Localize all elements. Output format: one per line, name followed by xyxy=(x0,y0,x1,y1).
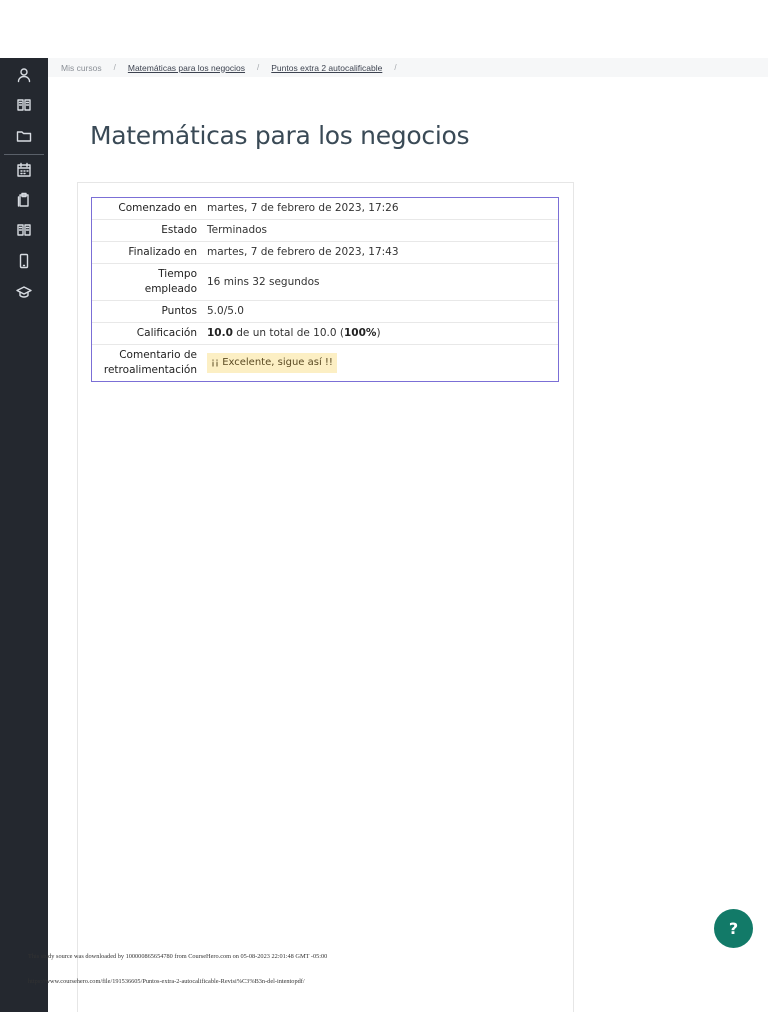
grade-label: Calificación xyxy=(92,322,204,345)
grade-end-text: ) xyxy=(376,327,381,339)
page-title: Matemáticas para los negocios xyxy=(90,121,470,150)
summary-row-grade: Calificación 10.0 de un total de 10.0 (1… xyxy=(92,322,558,345)
state-value: Terminados xyxy=(204,219,558,242)
state-label: Estado xyxy=(92,219,204,242)
feedback-label-line2: retroalimentación xyxy=(103,364,197,376)
feedback-label: Comentario de retroalimentación xyxy=(92,344,204,381)
feedback-value: ¡¡ Excelente, sigue así !! xyxy=(207,353,337,373)
points-value: 5.0/5.0 xyxy=(204,300,558,323)
footer-source-url[interactable]: https://www.coursehero.com/file/19153660… xyxy=(28,978,305,985)
breadcrumb-item-course[interactable]: Matemáticas para los negocios xyxy=(128,63,245,73)
summary-row-points: Puntos 5.0/5.0 xyxy=(92,300,558,323)
time-value: 16 mins 32 segundos xyxy=(204,263,558,301)
time-label-line1: Tiempo xyxy=(158,268,197,280)
quiz-summary-table: Comenzado en martes, 7 de febrero de 202… xyxy=(91,197,559,382)
user-icon[interactable] xyxy=(15,66,33,84)
started-label: Comenzado en xyxy=(118,202,197,214)
footer-download-notice: This study source was downloaded by 1000… xyxy=(28,953,328,960)
breadcrumb-item-quiz[interactable]: Puntos extra 2 autocalificable xyxy=(271,63,382,73)
time-label: Tiempo empleado xyxy=(92,263,204,301)
summary-row-started: Comenzado en martes, 7 de febrero de 202… xyxy=(92,198,558,220)
grade-mid-text: de un total de 10.0 ( xyxy=(232,327,344,339)
book-open-icon[interactable] xyxy=(15,221,33,239)
finished-value: martes, 7 de febrero de 2023, 17:43 xyxy=(204,241,558,264)
sidebar-divider xyxy=(4,154,44,155)
breadcrumb-separator: / xyxy=(257,63,260,72)
grade-value: 10.0 de un total de 10.0 (100%) xyxy=(204,322,558,345)
time-label-line2: empleado xyxy=(144,283,197,295)
feedback-cell: ¡¡ Excelente, sigue así !! xyxy=(204,344,558,381)
breadcrumb-separator: / xyxy=(394,63,397,72)
grade-percent: 100% xyxy=(344,327,377,339)
clipboard-icon[interactable] xyxy=(15,191,33,209)
grade-score: 10.0 xyxy=(207,327,233,339)
sidebar xyxy=(0,58,48,1012)
calendar-icon[interactable] xyxy=(15,161,33,179)
folder-icon[interactable] xyxy=(15,127,33,145)
help-button[interactable]: ? xyxy=(714,909,753,948)
summary-row-state: Estado Terminados xyxy=(92,219,558,242)
breadcrumb-item-mis-cursos[interactable]: Mis cursos xyxy=(61,63,102,73)
started-value: martes, 7 de febrero de 2023, 17:26 xyxy=(207,202,399,214)
mobile-icon[interactable] xyxy=(15,252,33,270)
breadcrumb-separator: / xyxy=(113,63,116,72)
book-icon[interactable] xyxy=(15,96,33,114)
points-label: Puntos xyxy=(92,300,204,323)
graduation-cap-icon[interactable] xyxy=(15,283,33,301)
finished-label: Finalizado en xyxy=(92,241,204,264)
summary-row-finished: Finalizado en martes, 7 de febrero de 20… xyxy=(92,241,558,264)
summary-row-time: Tiempo empleado 16 mins 32 segundos xyxy=(92,263,558,301)
feedback-label-line1: Comentario de xyxy=(119,349,197,361)
breadcrumb: Mis cursos / Matemáticas para los negoci… xyxy=(48,58,768,77)
summary-row-feedback: Comentario de retroalimentación ¡¡ Excel… xyxy=(92,344,558,381)
